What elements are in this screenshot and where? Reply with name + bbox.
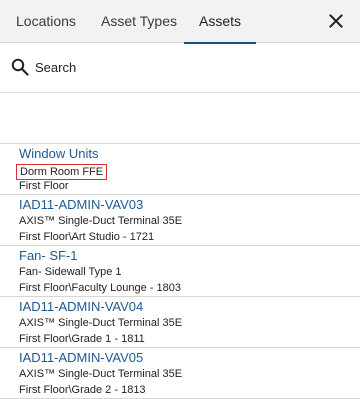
asset-type: AXIS™ Single-Duct Terminal 35E — [19, 368, 183, 380]
asset-location: First Floor\Art Studio - 1721 — [19, 231, 155, 243]
asset-title[interactable]: Fan- SF-1 — [19, 248, 360, 264]
asset-type: AXIS™ Single-Duct Terminal 35E — [19, 317, 183, 329]
tab-locations[interactable]: Locations — [16, 0, 76, 43]
tab-asset-types[interactable]: Asset Types — [101, 0, 177, 43]
asset-title[interactable]: IAD11-ADMIN-VAV05 — [19, 350, 360, 366]
asset-list: Window Units Dorm Room FFE First Floor I… — [0, 144, 360, 399]
asset-list-item[interactable]: IAD11-ADMIN-VAV03 AXIS™ Single-Duct Term… — [0, 195, 360, 246]
asset-location: First Floor\Grade 1 - 1811 — [19, 333, 145, 345]
close-button[interactable] — [326, 11, 346, 31]
close-icon — [329, 14, 343, 28]
asset-list-item[interactable]: IAD11-ADMIN-VAV05 AXIS™ Single-Duct Term… — [0, 348, 360, 399]
tab-bar: Locations Asset Types Assets — [0, 0, 360, 44]
asset-type: Fan- Sidewall Type 1 — [19, 266, 122, 278]
asset-list-item[interactable]: Window Units Dorm Room FFE First Floor — [0, 144, 360, 195]
asset-title[interactable]: IAD11-ADMIN-VAV04 — [19, 299, 360, 315]
search-icon — [11, 58, 29, 76]
list-header-spacer — [0, 93, 360, 144]
asset-type: AXIS™ Single-Duct Terminal 35E — [19, 215, 183, 227]
tab-assets[interactable]: Assets — [184, 0, 256, 44]
asset-list-item[interactable]: Fan- SF-1 Fan- Sidewall Type 1 First Flo… — [0, 246, 360, 297]
asset-title[interactable]: IAD11-ADMIN-VAV03 — [19, 197, 360, 213]
asset-title[interactable]: Window Units — [19, 146, 360, 162]
asset-type-highlighted: Dorm Room FFE — [15, 164, 108, 180]
asset-location: First Floor\Grade 2 - 1813 — [19, 384, 146, 396]
search-bar[interactable]: Search — [0, 43, 360, 93]
asset-list-item[interactable]: IAD11-ADMIN-VAV04 AXIS™ Single-Duct Term… — [0, 297, 360, 348]
search-label[interactable]: Search — [35, 43, 76, 93]
asset-location: First Floor — [19, 180, 69, 192]
asset-location: First Floor\Faculty Lounge - 1803 — [19, 282, 182, 294]
